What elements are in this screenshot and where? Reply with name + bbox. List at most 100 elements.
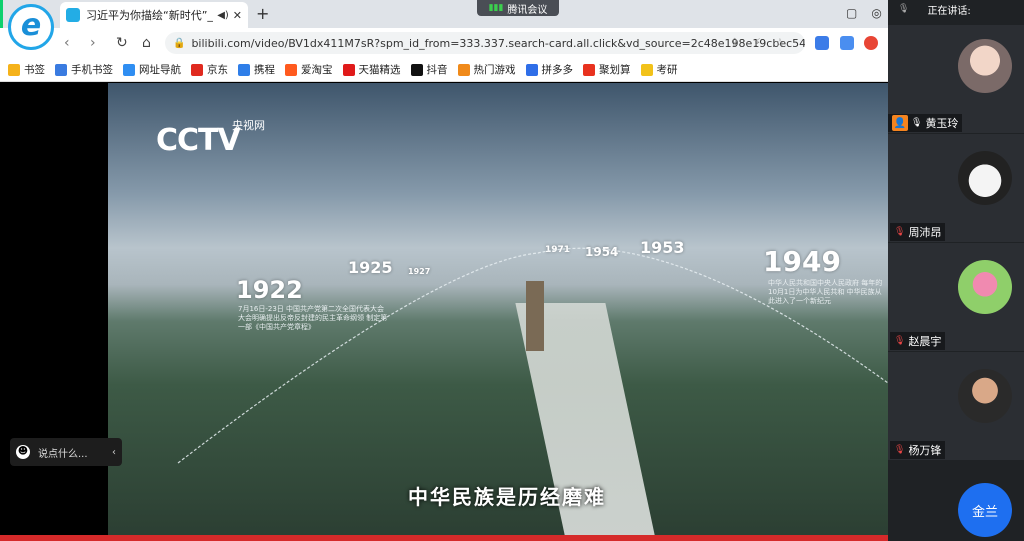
speaking-label: 正在讲话: (927, 5, 971, 17)
reload-button[interactable]: ↻ (116, 35, 128, 51)
participant-name-text: 杨万锋 (908, 444, 942, 457)
participant-tile[interactable]: 🎙 周沛昂 (888, 134, 1024, 242)
browser-logo-icon: e (8, 4, 54, 50)
back-button[interactable]: ‹ (64, 35, 70, 51)
self-avatar[interactable]: 金兰 (958, 483, 1012, 537)
bookmark-icon (123, 63, 135, 76)
close-tab-icon[interactable]: ✕ (233, 9, 242, 22)
incognito-icon[interactable]: ◎ (871, 6, 881, 20)
danmaku-input[interactable]: ☻ 说点什么... ‹ (10, 438, 122, 466)
bookmark-item[interactable]: 手机书签 (55, 62, 113, 77)
collapse-icon[interactable]: ‹ (112, 447, 116, 458)
mic-muted-icon: 🎙 (894, 336, 906, 346)
bookmark-label: 拼多多 (541, 64, 574, 76)
tab-title: 习近平为你描绘“新时代”_哔 (86, 9, 214, 22)
bookmark-item[interactable]: 考研 (640, 62, 678, 77)
bookmark-icon (8, 63, 20, 76)
browser-tab[interactable]: 习近平为你描绘“新时代”_哔 ◀) ✕ (60, 2, 248, 28)
bookmark-icon (640, 63, 653, 76)
bookmark-icon (342, 63, 355, 76)
meeting-name: 腾讯会议 (507, 4, 548, 16)
mic-icon: 🎙 (911, 118, 923, 128)
bookmark-item[interactable]: 书签 (8, 62, 45, 77)
bookmark-label: 抖音 (426, 64, 448, 76)
video-subtitle: 中华民族是历经磨难 (408, 485, 606, 509)
bookmark-label: 天猫精选 (358, 64, 401, 76)
bookmark-label: 考研 (656, 64, 678, 76)
participant-tile[interactable]: 👤 🎙 黄玉玲 (888, 25, 1024, 133)
meeting-panel: 🎙 正在讲话: 👤 🎙 黄玉玲 🎙 周沛昂 🎙 赵晨宇 🎙 杨万锋 (888, 0, 1024, 541)
video-frame[interactable]: CCTV 央视网 1922 7月16日-23日 中国共产党第二次全国代表大会 大… (108, 83, 888, 541)
url-text: bilibili.com/video/BV1dx411M7sR?spm_id_f… (191, 36, 805, 50)
video-player[interactable]: CCTV 央视网 1922 7月16日-23日 中国共产党第二次全国代表大会 大… (0, 83, 888, 541)
share-icon[interactable]: ⇪ (730, 36, 739, 49)
bookmark-label: 爱淘宝 (301, 64, 333, 76)
avatar (958, 39, 1012, 93)
signal-icon: ▮▮▮ (488, 3, 504, 13)
mic-muted-icon: 🎙 (894, 227, 906, 237)
participant-tile[interactable]: 🎙 杨万锋 (888, 352, 1024, 460)
mic-muted-icon: 🎙 (894, 445, 906, 455)
timeline-arc (177, 247, 888, 464)
participant-name-text: 黄玉玲 (925, 117, 959, 130)
url-bar[interactable]: 🔒 bilibili.com/video/BV1dx411M7sR?spm_id… (165, 32, 805, 54)
bookmark-label: 手机书签 (71, 64, 113, 76)
bookmark-label: 携程 (254, 64, 275, 76)
bookmark-icon (55, 63, 67, 76)
meeting-status-pill[interactable]: ▮▮▮ 腾讯会议 (477, 0, 559, 16)
sidebar-icon[interactable]: ▢ (846, 6, 857, 20)
bookmarks-bar: 书签 手机书签 网址导航 京东 携程 爱淘宝 天猫精选 抖音 热门游戏 拼多多 聚划算 考研 (0, 58, 888, 82)
profile-icon[interactable] (864, 36, 878, 50)
star-icon[interactable]: ☆ (775, 36, 785, 49)
bookmark-icon (457, 63, 470, 76)
participant-name-text: 赵晨宇 (908, 335, 942, 348)
bookmark-label: 网址导航 (139, 64, 181, 76)
bilibili-icon (66, 8, 80, 22)
participant-name: 👤 🎙 黄玉玲 (888, 114, 963, 132)
avatar (958, 151, 1012, 205)
avatar (958, 369, 1012, 423)
bookmark-icon (238, 63, 250, 76)
bookmark-item[interactable]: 天猫精选 (342, 62, 401, 77)
participant-tile[interactable]: 🎙 赵晨宇 (888, 243, 1024, 351)
host-icon: 👤 (892, 115, 908, 131)
mic-icon: 🎙 (898, 4, 910, 14)
bookmark-item[interactable]: 携程 (238, 62, 275, 77)
speaking-indicator: 🎙 正在讲话: (888, 0, 1024, 18)
translate-icon[interactable] (840, 36, 854, 50)
bookmark-label: 书签 (24, 64, 45, 76)
bookmark-item[interactable]: 爱淘宝 (285, 62, 333, 77)
participant-name: 🎙 赵晨宇 (890, 332, 946, 350)
forward-button[interactable]: › (90, 35, 96, 51)
lightning-icon[interactable]: ⚡ (753, 36, 761, 49)
bookmark-label: 京东 (207, 64, 228, 76)
bookmark-item[interactable]: 聚划算 (583, 62, 631, 77)
bookmark-label: 聚划算 (599, 64, 631, 76)
bookmark-icon (525, 63, 538, 76)
new-tab-button[interactable]: + (256, 4, 269, 23)
bookmark-icon (583, 63, 595, 76)
bookmark-item[interactable]: 拼多多 (525, 62, 574, 77)
home-button[interactable]: ⌂ (142, 35, 151, 51)
audio-icon[interactable]: ◀) (217, 10, 229, 21)
lock-icon: 🔒 (173, 37, 186, 49)
danmaku-placeholder: 说点什么... (38, 448, 88, 460)
screen: e 习近平为你描绘“新时代”_哔 ◀) ✕ + ▮▮▮ 腾讯会议 ▢ ◎ ‹ ›… (0, 0, 1024, 541)
avatar (958, 260, 1012, 314)
bookmark-icon (191, 63, 203, 76)
participant-name: 🎙 周沛昂 (890, 223, 946, 241)
taskbar-strip (0, 535, 888, 541)
bookmark-item[interactable]: 热门游戏 (457, 62, 516, 77)
window-controls: ▢ ◎ (846, 6, 882, 20)
emoji-icon[interactable]: ☻ (16, 445, 30, 459)
bookmark-item[interactable]: 网址导航 (123, 62, 181, 77)
extension-icon[interactable] (815, 36, 829, 50)
participant-name-text: 周沛昂 (908, 226, 942, 239)
bookmark-item[interactable]: 抖音 (410, 62, 448, 77)
bookmark-item[interactable]: 京东 (191, 62, 228, 77)
url-tools: ⇪ ⚡ ☆ (730, 36, 785, 49)
bookmark-icon (285, 63, 297, 76)
bookmark-icon (410, 63, 423, 76)
participant-name: 🎙 杨万锋 (890, 441, 946, 459)
bookmark-label: 热门游戏 (473, 64, 516, 76)
